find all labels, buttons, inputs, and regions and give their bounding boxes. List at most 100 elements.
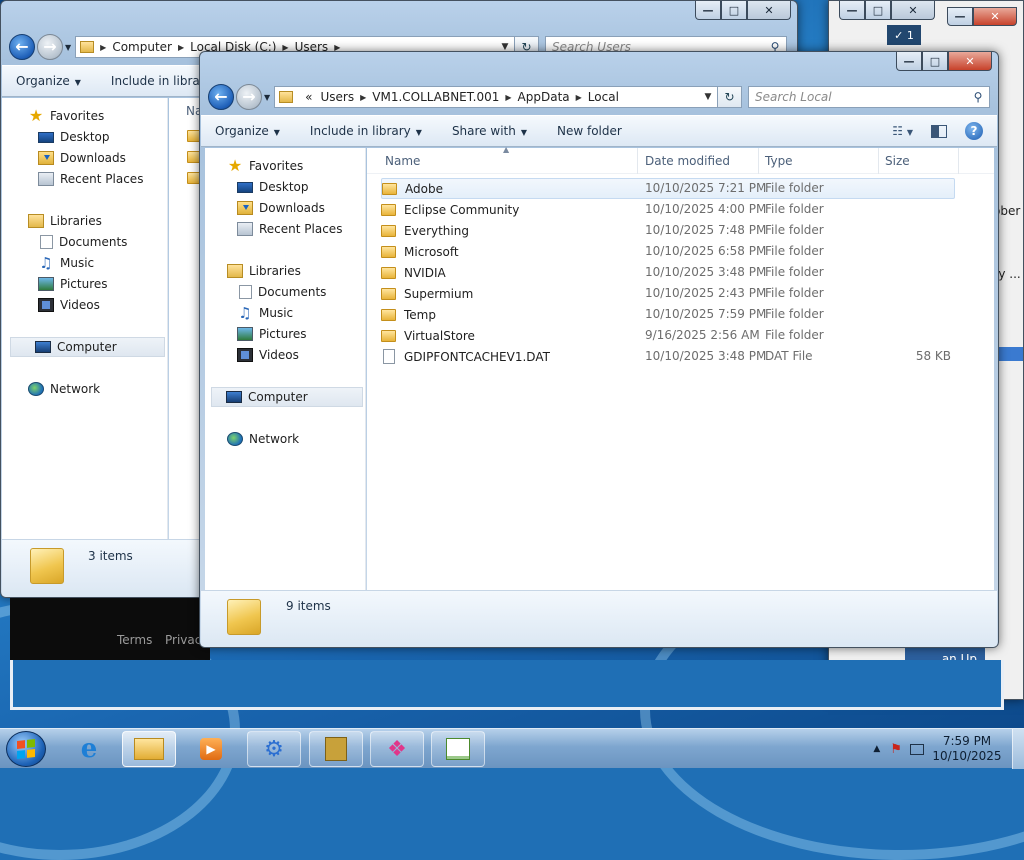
maximize-button[interactable]: □: [865, 1, 891, 20]
nav-recent-places[interactable]: Recent Places: [2, 169, 167, 189]
file-name: Supermium: [404, 286, 474, 301]
new-folder-button[interactable]: New folder: [557, 124, 622, 138]
share-with-button[interactable]: Share with ▼: [452, 124, 527, 138]
view-options-icon[interactable]: ☷ ▼: [892, 124, 913, 138]
nav-favorites[interactable]: ★ Favorites: [2, 106, 167, 126]
breadcrumb-user-profile[interactable]: VM1.COLLABNET.001: [366, 90, 505, 104]
file-type: File folder: [765, 307, 824, 321]
maximize-button[interactable]: □: [721, 1, 747, 20]
folder-icon: [279, 91, 294, 103]
nav-desktop[interactable]: Desktop: [2, 127, 167, 147]
refresh-button[interactable]: ↻: [718, 86, 742, 108]
breadcrumb-appdata[interactable]: AppData: [512, 90, 576, 104]
organize-button[interactable]: Organize ▼: [16, 74, 81, 88]
task-list-icon[interactable]: [431, 731, 485, 767]
network-status-icon[interactable]: [910, 743, 924, 755]
back-button[interactable]: ←: [9, 34, 35, 60]
column-header-size[interactable]: Size: [879, 148, 959, 174]
clock[interactable]: 7:59 PM 10/10/2025: [932, 734, 1002, 764]
history-dropdown[interactable]: ▼: [264, 93, 270, 102]
windows-explorer-icon[interactable]: [122, 731, 176, 767]
nav-network[interactable]: Network: [2, 379, 167, 399]
forward-button[interactable]: →: [37, 34, 63, 60]
nav-downloads[interactable]: Downloads: [205, 198, 365, 218]
start-button[interactable]: [6, 731, 46, 767]
file-name: Temp: [404, 307, 436, 322]
column-header-date[interactable]: Date modified: [639, 148, 759, 174]
include-in-library-button[interactable]: Include in library: [111, 74, 212, 88]
history-dropdown[interactable]: ▼: [65, 43, 71, 52]
preview-pane-icon[interactable]: [931, 124, 947, 138]
minimize-button[interactable]: —: [896, 52, 922, 71]
internet-explorer-icon[interactable]: e: [62, 731, 116, 767]
address-bar[interactable]: « Users ▶ VM1.COLLABNET.001 ▶ AppData ▶ …: [274, 86, 718, 108]
close-button[interactable]: ✕: [891, 1, 935, 20]
nav-music[interactable]: ♫ Music: [2, 253, 167, 273]
browser-fox-icon[interactable]: ❖: [370, 731, 424, 767]
main-explorer-window[interactable]: — □ ✕ ← → ▼ « Users ▶ VM1.COLLABNET.001 …: [199, 51, 999, 648]
back-button[interactable]: ←: [208, 84, 234, 110]
terms-link[interactable]: Terms: [117, 633, 152, 647]
search-input[interactable]: Search Local ⚲: [748, 86, 990, 108]
nav-videos[interactable]: Videos: [205, 345, 365, 365]
show-desktop-button[interactable]: [1012, 729, 1024, 769]
navigation-pane: ★ Favorites Desktop Downloads Recent Plac…: [205, 148, 366, 590]
file-type: File folder: [765, 223, 824, 237]
file-date-modified: 10/10/2025 7:48 PM: [645, 223, 767, 237]
action-center-icon[interactable]: ⚑: [890, 742, 902, 757]
nav-music[interactable]: ♫ Music: [205, 303, 365, 323]
navigation-pane: ★ Favorites Desktop Downloads Recent Plac…: [2, 98, 168, 540]
nav-pictures[interactable]: Pictures: [2, 274, 167, 294]
breadcrumb-computer[interactable]: Computer: [106, 40, 178, 54]
organize-button[interactable]: Organize ▼: [215, 124, 280, 138]
background-page-footer: Terms Privac: [10, 598, 210, 660]
forward-button[interactable]: →: [236, 84, 262, 110]
nav-documents[interactable]: Documents: [205, 282, 365, 302]
address-dropdown[interactable]: ▼: [699, 92, 717, 102]
editor-icon[interactable]: [309, 731, 363, 767]
nav-pictures[interactable]: Pictures: [205, 324, 365, 344]
close-button[interactable]: ✕: [747, 1, 791, 20]
nav-recent-places[interactable]: Recent Places: [205, 219, 365, 239]
help-icon[interactable]: ?: [965, 122, 983, 140]
nav-videos[interactable]: Videos: [2, 295, 167, 315]
documents-icon: [40, 235, 53, 249]
close-button[interactable]: ✕: [948, 52, 992, 71]
folder-icon: [381, 245, 396, 258]
nav-documents[interactable]: Documents: [2, 232, 167, 252]
nav-computer[interactable]: Computer: [211, 387, 363, 407]
nav-desktop[interactable]: Desktop: [205, 177, 365, 197]
file-size: 58 KB: [915, 349, 951, 363]
nav-favorites[interactable]: ★ Favorites: [205, 156, 365, 176]
folder-icon: [381, 287, 396, 300]
network-icon: [28, 382, 44, 396]
desktop-icon: [237, 181, 253, 193]
nav-computer[interactable]: Computer: [10, 337, 165, 357]
nav-libraries[interactable]: Libraries: [205, 261, 365, 281]
minimize-button[interactable]: —: [695, 1, 721, 20]
maximize-button[interactable]: □: [922, 52, 948, 71]
sort-up-icon: ▲: [503, 145, 510, 154]
file-name: Eclipse Community: [404, 202, 520, 217]
close-button[interactable]: ✕: [973, 7, 1017, 26]
include-in-library-button[interactable]: Include in library ▼: [310, 124, 422, 138]
minimize-button[interactable]: —: [839, 1, 865, 20]
control-panel-icon[interactable]: ⚙: [247, 731, 301, 767]
column-header-name[interactable]: Name ▲: [379, 145, 638, 174]
column-header-type[interactable]: Type: [759, 148, 879, 174]
nav-network[interactable]: Network: [205, 429, 365, 449]
breadcrumb-local[interactable]: Local: [582, 90, 625, 104]
nav-downloads[interactable]: Downloads: [2, 148, 167, 168]
nav-libraries[interactable]: Libraries: [2, 211, 167, 231]
minimize-button[interactable]: —: [947, 7, 973, 26]
privacy-link[interactable]: Privac: [165, 633, 201, 647]
file-date-modified: 10/10/2025 2:43 PM: [645, 286, 767, 300]
status-item-count: 3 items: [88, 549, 133, 563]
show-hidden-icons-button[interactable]: ▲: [873, 744, 880, 754]
media-player-icon[interactable]: ▶: [184, 731, 238, 767]
count-badge: ✓ 1: [887, 25, 921, 45]
computer-icon: [35, 341, 51, 353]
breadcrumb-overflow[interactable]: «: [299, 90, 314, 104]
breadcrumb-users[interactable]: Users: [315, 90, 361, 104]
windows-logo-icon: [17, 739, 35, 759]
